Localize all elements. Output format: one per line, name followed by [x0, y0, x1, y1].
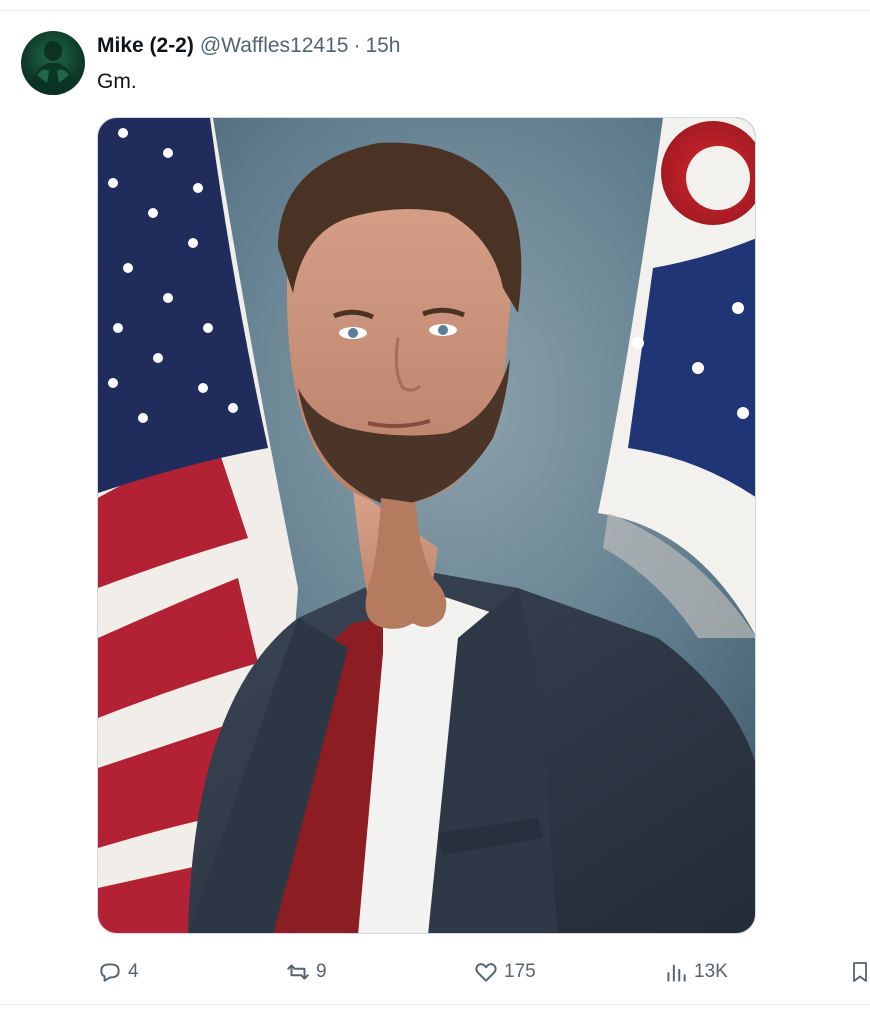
like-count: 175 [504, 961, 536, 982]
retweet-button[interactable]: 9 [284, 952, 327, 992]
author-avatar[interactable] [21, 31, 85, 95]
views-button[interactable]: 13K [662, 952, 728, 992]
bookmark-button[interactable] [846, 952, 870, 992]
bottom-divider [0, 1004, 870, 1005]
reply-icon [96, 958, 124, 986]
tweet-actions: 4 9 175 13K [0, 952, 870, 992]
retweet-icon [284, 958, 312, 986]
views-count: 13K [694, 961, 728, 982]
reply-count: 4 [128, 961, 139, 982]
reply-button[interactable]: 4 [96, 952, 139, 992]
author-handle[interactable]: @Waffles12415 [200, 34, 349, 58]
tweet-photo[interactable] [97, 117, 756, 934]
bookmark-icon [846, 958, 870, 986]
heart-icon [472, 958, 500, 986]
retweet-count: 9 [316, 961, 327, 982]
views-chart-icon [662, 958, 690, 986]
top-divider [0, 10, 870, 11]
like-button[interactable]: 175 [472, 952, 536, 992]
header-separator: · [353, 34, 361, 57]
tweet-text: Gm. [97, 70, 137, 93]
tweet-header: Mike (2-2) @Waffles12415 · 15h [97, 32, 400, 60]
author-display-name[interactable]: Mike (2-2) [97, 34, 194, 58]
tweet-timestamp[interactable]: 15h [365, 34, 400, 58]
